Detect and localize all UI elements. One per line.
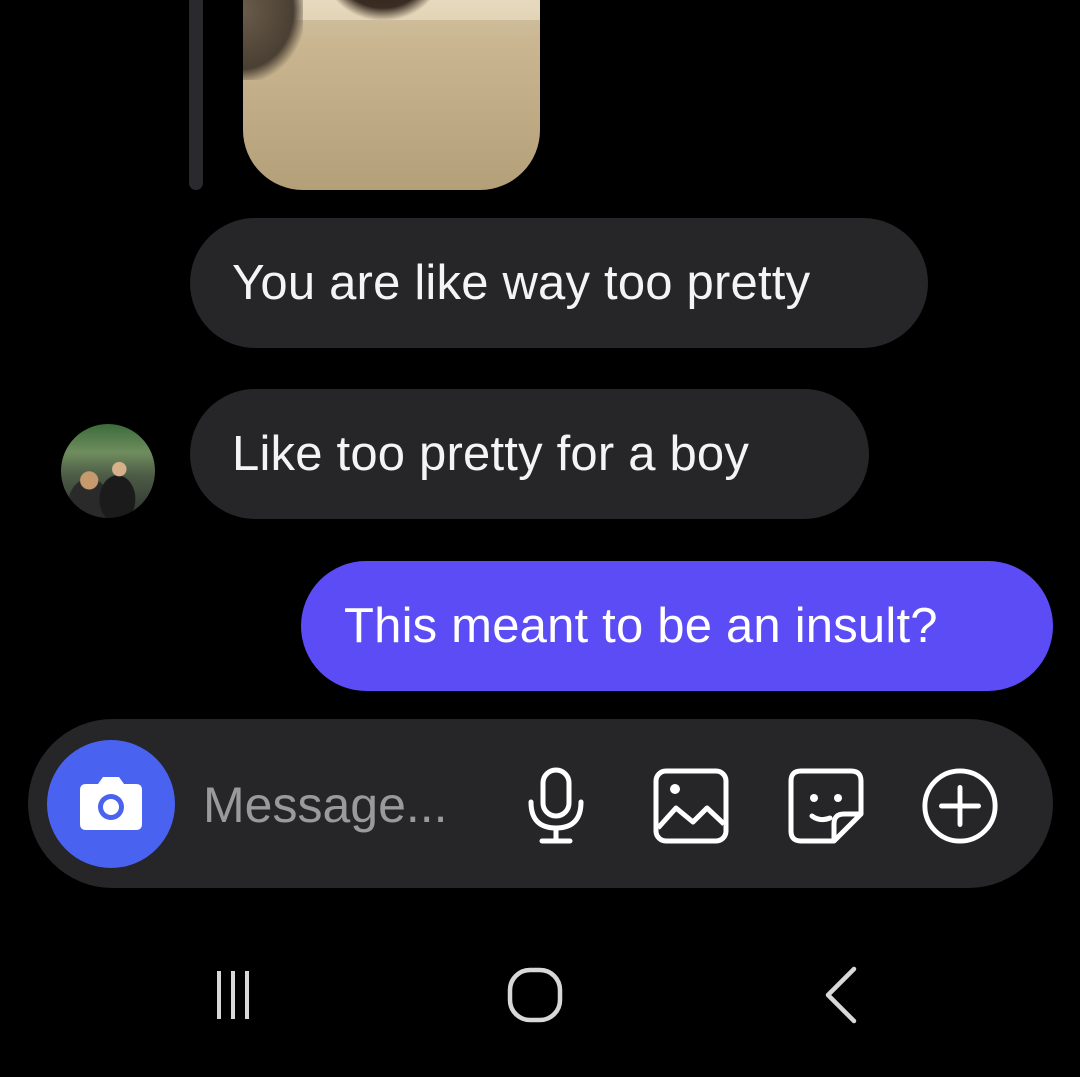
back-button[interactable] bbox=[798, 960, 878, 1030]
camera-button[interactable] bbox=[47, 740, 175, 868]
photo-hair bbox=[323, 0, 443, 20]
incoming-message[interactable]: Like too pretty for a boy bbox=[190, 389, 869, 519]
camera-icon bbox=[80, 777, 142, 830]
message-text: You are like way too pretty bbox=[232, 256, 811, 310]
gallery-button[interactable] bbox=[651, 766, 731, 846]
sender-avatar[interactable] bbox=[61, 424, 155, 518]
message-text: This meant to be an insult? bbox=[344, 599, 938, 653]
gallery-icon bbox=[653, 768, 729, 844]
message-text: Like too pretty for a boy bbox=[232, 427, 750, 481]
sticker-button[interactable] bbox=[786, 766, 866, 846]
home-button[interactable] bbox=[495, 960, 575, 1030]
add-button[interactable] bbox=[920, 766, 1000, 846]
plus-circle-icon bbox=[922, 768, 998, 844]
message-input[interactable] bbox=[203, 770, 493, 840]
incoming-message[interactable]: You are like way too pretty bbox=[190, 218, 928, 348]
microphone-button[interactable] bbox=[516, 766, 596, 846]
sticker-icon bbox=[788, 768, 864, 844]
recent-apps-button[interactable] bbox=[193, 960, 273, 1030]
shared-photo[interactable] bbox=[243, 0, 540, 190]
microphone-icon bbox=[528, 767, 584, 844]
back-icon bbox=[825, 966, 857, 1024]
home-icon bbox=[507, 967, 563, 1023]
photo-shoulder bbox=[243, 0, 303, 80]
outgoing-message[interactable]: This meant to be an insult? bbox=[301, 561, 1053, 691]
reply-indicator-line bbox=[189, 0, 203, 190]
recent-apps-icon bbox=[217, 971, 249, 1019]
